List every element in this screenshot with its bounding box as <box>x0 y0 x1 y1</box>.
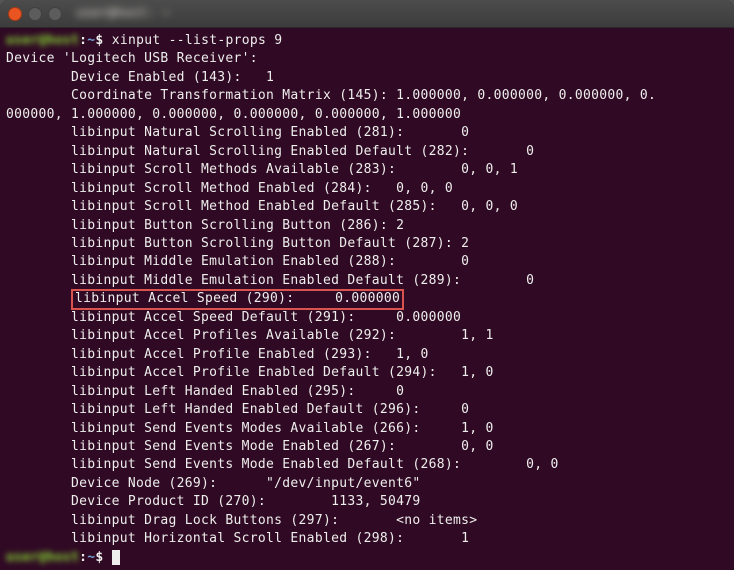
output-line: libinput Natural Scrolling Enabled Defau… <box>6 144 534 159</box>
output-line: libinput Button Scrolling Button (286): … <box>6 218 404 233</box>
command-text: xinput --list-props 9 <box>112 33 283 48</box>
close-icon[interactable] <box>8 7 22 21</box>
output-line: Device Enabled (143): 1 <box>6 70 274 85</box>
output-line: Coordinate Transformation Matrix (145): … <box>6 88 656 103</box>
window-title: user@host: ~ <box>76 6 170 21</box>
output-line-highlighted: libinput Accel Speed (290): 0.000000 <box>71 289 404 309</box>
maximize-icon[interactable] <box>48 7 62 21</box>
output-line: Device Node (269): "/dev/input/event6" <box>6 476 420 491</box>
prompt-userhost: user@host <box>6 550 79 565</box>
output-line: libinput Send Events Modes Available (26… <box>6 421 494 436</box>
output-line: libinput Scroll Method Enabled Default (… <box>6 199 518 214</box>
output-line: libinput Natural Scrolling Enabled (281)… <box>6 125 469 140</box>
output-line: 000000, 1.000000, 0.000000, 0.000000, 0.… <box>6 107 461 122</box>
window-titlebar[interactable]: user@host: ~ <box>0 0 734 28</box>
output-line: libinput Left Handed Enabled (295): 0 <box>6 384 404 399</box>
prompt-dollar: $ <box>95 33 111 48</box>
output-line: libinput Button Scrolling Button Default… <box>6 236 469 251</box>
output-line: libinput Accel Speed Default (291): 0.00… <box>6 310 461 325</box>
output-highlight-prefix <box>6 291 71 306</box>
cursor-icon <box>112 550 120 565</box>
prompt-dollar: $ <box>95 550 111 565</box>
output-line: libinput Send Events Mode Enabled Defaul… <box>6 457 559 472</box>
minimize-icon[interactable] <box>28 7 42 21</box>
terminal-body[interactable]: user@host:~$ xinput --list-props 9 Devic… <box>0 28 734 570</box>
prompt-userhost: user@host <box>6 33 79 48</box>
output-line: libinput Left Handed Enabled Default (29… <box>6 402 469 417</box>
output-line: libinput Middle Emulation Enabled (288):… <box>6 254 469 269</box>
output-line: Device 'Logitech USB Receiver': <box>6 51 258 66</box>
output-line: libinput Accel Profile Enabled Default (… <box>6 365 494 380</box>
output-line: libinput Scroll Method Enabled (284): 0,… <box>6 181 453 196</box>
output-line: libinput Accel Profiles Available (292):… <box>6 328 494 343</box>
terminal-window: user@host: ~ user@host:~$ xinput --list-… <box>0 0 734 570</box>
output-line: libinput Drag Lock Buttons (297): <no it… <box>6 513 477 528</box>
output-line: Device Product ID (270): 1133, 50479 <box>6 494 420 509</box>
output-line: libinput Send Events Mode Enabled (267):… <box>6 439 494 454</box>
output-line: libinput Scroll Methods Available (283):… <box>6 162 518 177</box>
output-line: libinput Middle Emulation Enabled Defaul… <box>6 273 534 288</box>
output-line: libinput Accel Profile Enabled (293): 1,… <box>6 347 429 362</box>
output-line: libinput Horizontal Scroll Enabled (298)… <box>6 531 469 546</box>
